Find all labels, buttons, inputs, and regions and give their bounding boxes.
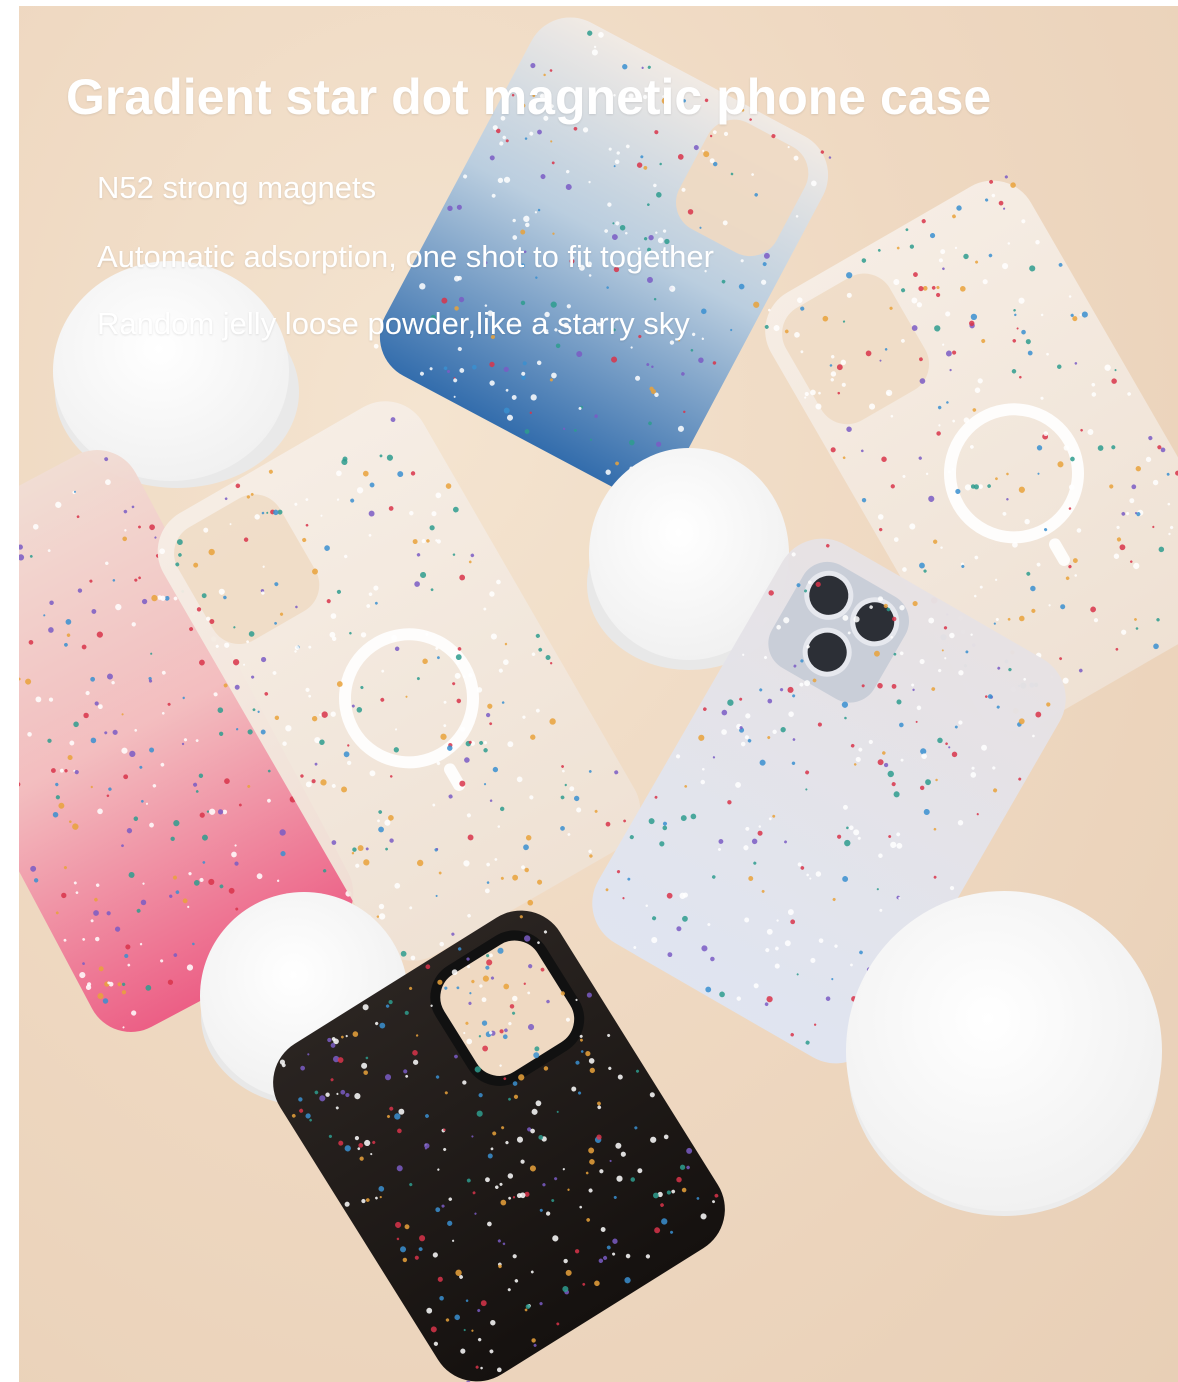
product-photo: Gradient star dot magnetic phone case N5… [19,6,1178,1382]
pedestal-bottom-right [846,891,1162,1216]
speckle-dot [373,343,379,349]
headline: Gradient star dot magnetic phone case [66,69,992,125]
feature-line-2: Automatic adsorption, one shot to fit to… [97,239,714,274]
speckle-dot [1004,175,1008,179]
speckle-dot [828,156,832,159]
product-scene [19,17,1178,1382]
feature-line-3: Random jelly loose powder,like a starry … [97,306,690,341]
feature-line-1: N52 strong magnets [97,170,377,205]
